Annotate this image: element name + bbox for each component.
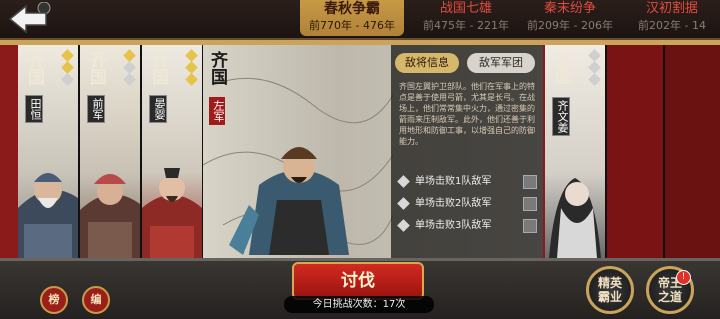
- general-card-qiwenjiang[interactable]: 齐国 齐文姜: [545, 45, 607, 258]
- rank-pips: [588, 49, 601, 87]
- card-nation: 齐国: [86, 51, 106, 85]
- battle-task: 单场击败1队敌军: [397, 173, 537, 191]
- back-button[interactable]: [6, 1, 58, 36]
- era-tab-qinmo[interactable]: 秦末纷争 前209年 - 206年: [520, 0, 620, 36]
- ranking-button[interactable]: 榜: [40, 286, 68, 314]
- attack-button[interactable]: 讨伐: [292, 262, 424, 300]
- era-name: 秦末纷争: [543, 1, 596, 16]
- general-portrait: [142, 168, 202, 258]
- general-portrait: [80, 174, 140, 258]
- era-years: 前209年 - 206年: [527, 19, 613, 32]
- task-status-icon: [397, 219, 410, 232]
- era-years: 前770年 - 476年: [309, 19, 395, 32]
- general-card-yanying[interactable]: 齐国 晏婴: [142, 45, 204, 258]
- daily-challenge-count: 今日挑战次数：17次: [284, 296, 434, 313]
- general-card-stage: 齐国 田恒 齐国 前军 齐国 晏婴 齐国 左军 敌将信息 敌军军团 齐国左翼护卫…: [0, 40, 720, 258]
- card-nation: 齐国: [24, 51, 44, 85]
- featured-role: 左军: [209, 97, 225, 125]
- reward-chest-icon[interactable]: [523, 219, 537, 233]
- card-name: 田恒: [25, 95, 43, 123]
- featured-nation: 齐国: [207, 51, 227, 85]
- era-tab-hanchu[interactable]: 汉初割据 前202年 - 14: [624, 0, 720, 36]
- rank-pips: [185, 49, 198, 87]
- featured-general-portrait: [229, 147, 349, 255]
- battle-task: 单场击败3队敌军: [397, 217, 537, 235]
- reward-chest-icon[interactable]: [523, 175, 537, 189]
- card-nation: 齐国: [148, 51, 168, 85]
- card-nation: 齐国: [551, 51, 571, 85]
- era-name: 汉初割据: [645, 1, 698, 16]
- notification-badge: !: [676, 270, 691, 285]
- general-portrait: [18, 173, 78, 258]
- reward-chest-icon[interactable]: [523, 197, 537, 211]
- tab-enemy-general-info[interactable]: 敌将信息: [395, 53, 459, 73]
- featured-general-card[interactable]: 齐国 左军 敌将信息 敌军军团 齐国左翼护卫部队。他们在军事上的特点是善于使用弓…: [203, 45, 543, 258]
- card-name: 晏婴: [149, 95, 167, 123]
- locked-card-slot: [665, 45, 720, 258]
- rank-pips: [61, 49, 74, 87]
- task-label: 单场击败3队敌军: [415, 220, 492, 231]
- top-bar: 春秋争霸 前770年 - 476年 战国七雄 前475年 - 221年 秦末纷争…: [0, 0, 720, 40]
- formation-button[interactable]: 编: [82, 286, 110, 314]
- card-name: 齐文姜: [552, 97, 570, 136]
- era-tab-zhanguo[interactable]: 战国七雄 前475年 - 221年: [416, 0, 516, 36]
- era-name: 战国七雄: [439, 1, 492, 16]
- locked-card-slot: [607, 45, 665, 258]
- era-name: 春秋争霸: [324, 1, 380, 17]
- enemy-info-panel: 敌将信息 敌军军团 齐国左翼护卫部队。他们在军事上的特点是善于使用弓箭，尤其是长…: [391, 45, 543, 258]
- battle-task: 单场击败2队敌军: [397, 195, 537, 213]
- elite-conquest-label: 精英霸业: [597, 276, 622, 304]
- general-card-tianheng[interactable]: 齐国 田恒: [18, 45, 80, 258]
- era-years: 前202年 - 14: [638, 19, 706, 32]
- rank-pips: [123, 49, 136, 87]
- task-status-icon: [397, 175, 410, 188]
- task-label: 单场击败2队敌军: [415, 198, 492, 209]
- era-tab-chunqiu[interactable]: 春秋争霸 前770年 - 476年: [300, 0, 404, 36]
- task-status-icon: [397, 197, 410, 210]
- enemy-description: 齐国左翼护卫部队。他们在军事上的特点是善于使用弓箭，尤其是长弓。在战场上，他们常…: [399, 82, 535, 146]
- general-card-qianjun[interactable]: 齐国 前军: [80, 45, 142, 258]
- general-portrait: [549, 178, 601, 258]
- card-name: 前军: [87, 95, 105, 123]
- era-years: 前475年 - 221年: [423, 19, 509, 32]
- tab-enemy-army[interactable]: 敌军军团: [467, 53, 535, 73]
- back-arrow-icon: [8, 1, 51, 34]
- task-label: 单场击败1队敌军: [415, 176, 492, 187]
- elite-conquest-button[interactable]: 精英霸业: [586, 266, 634, 314]
